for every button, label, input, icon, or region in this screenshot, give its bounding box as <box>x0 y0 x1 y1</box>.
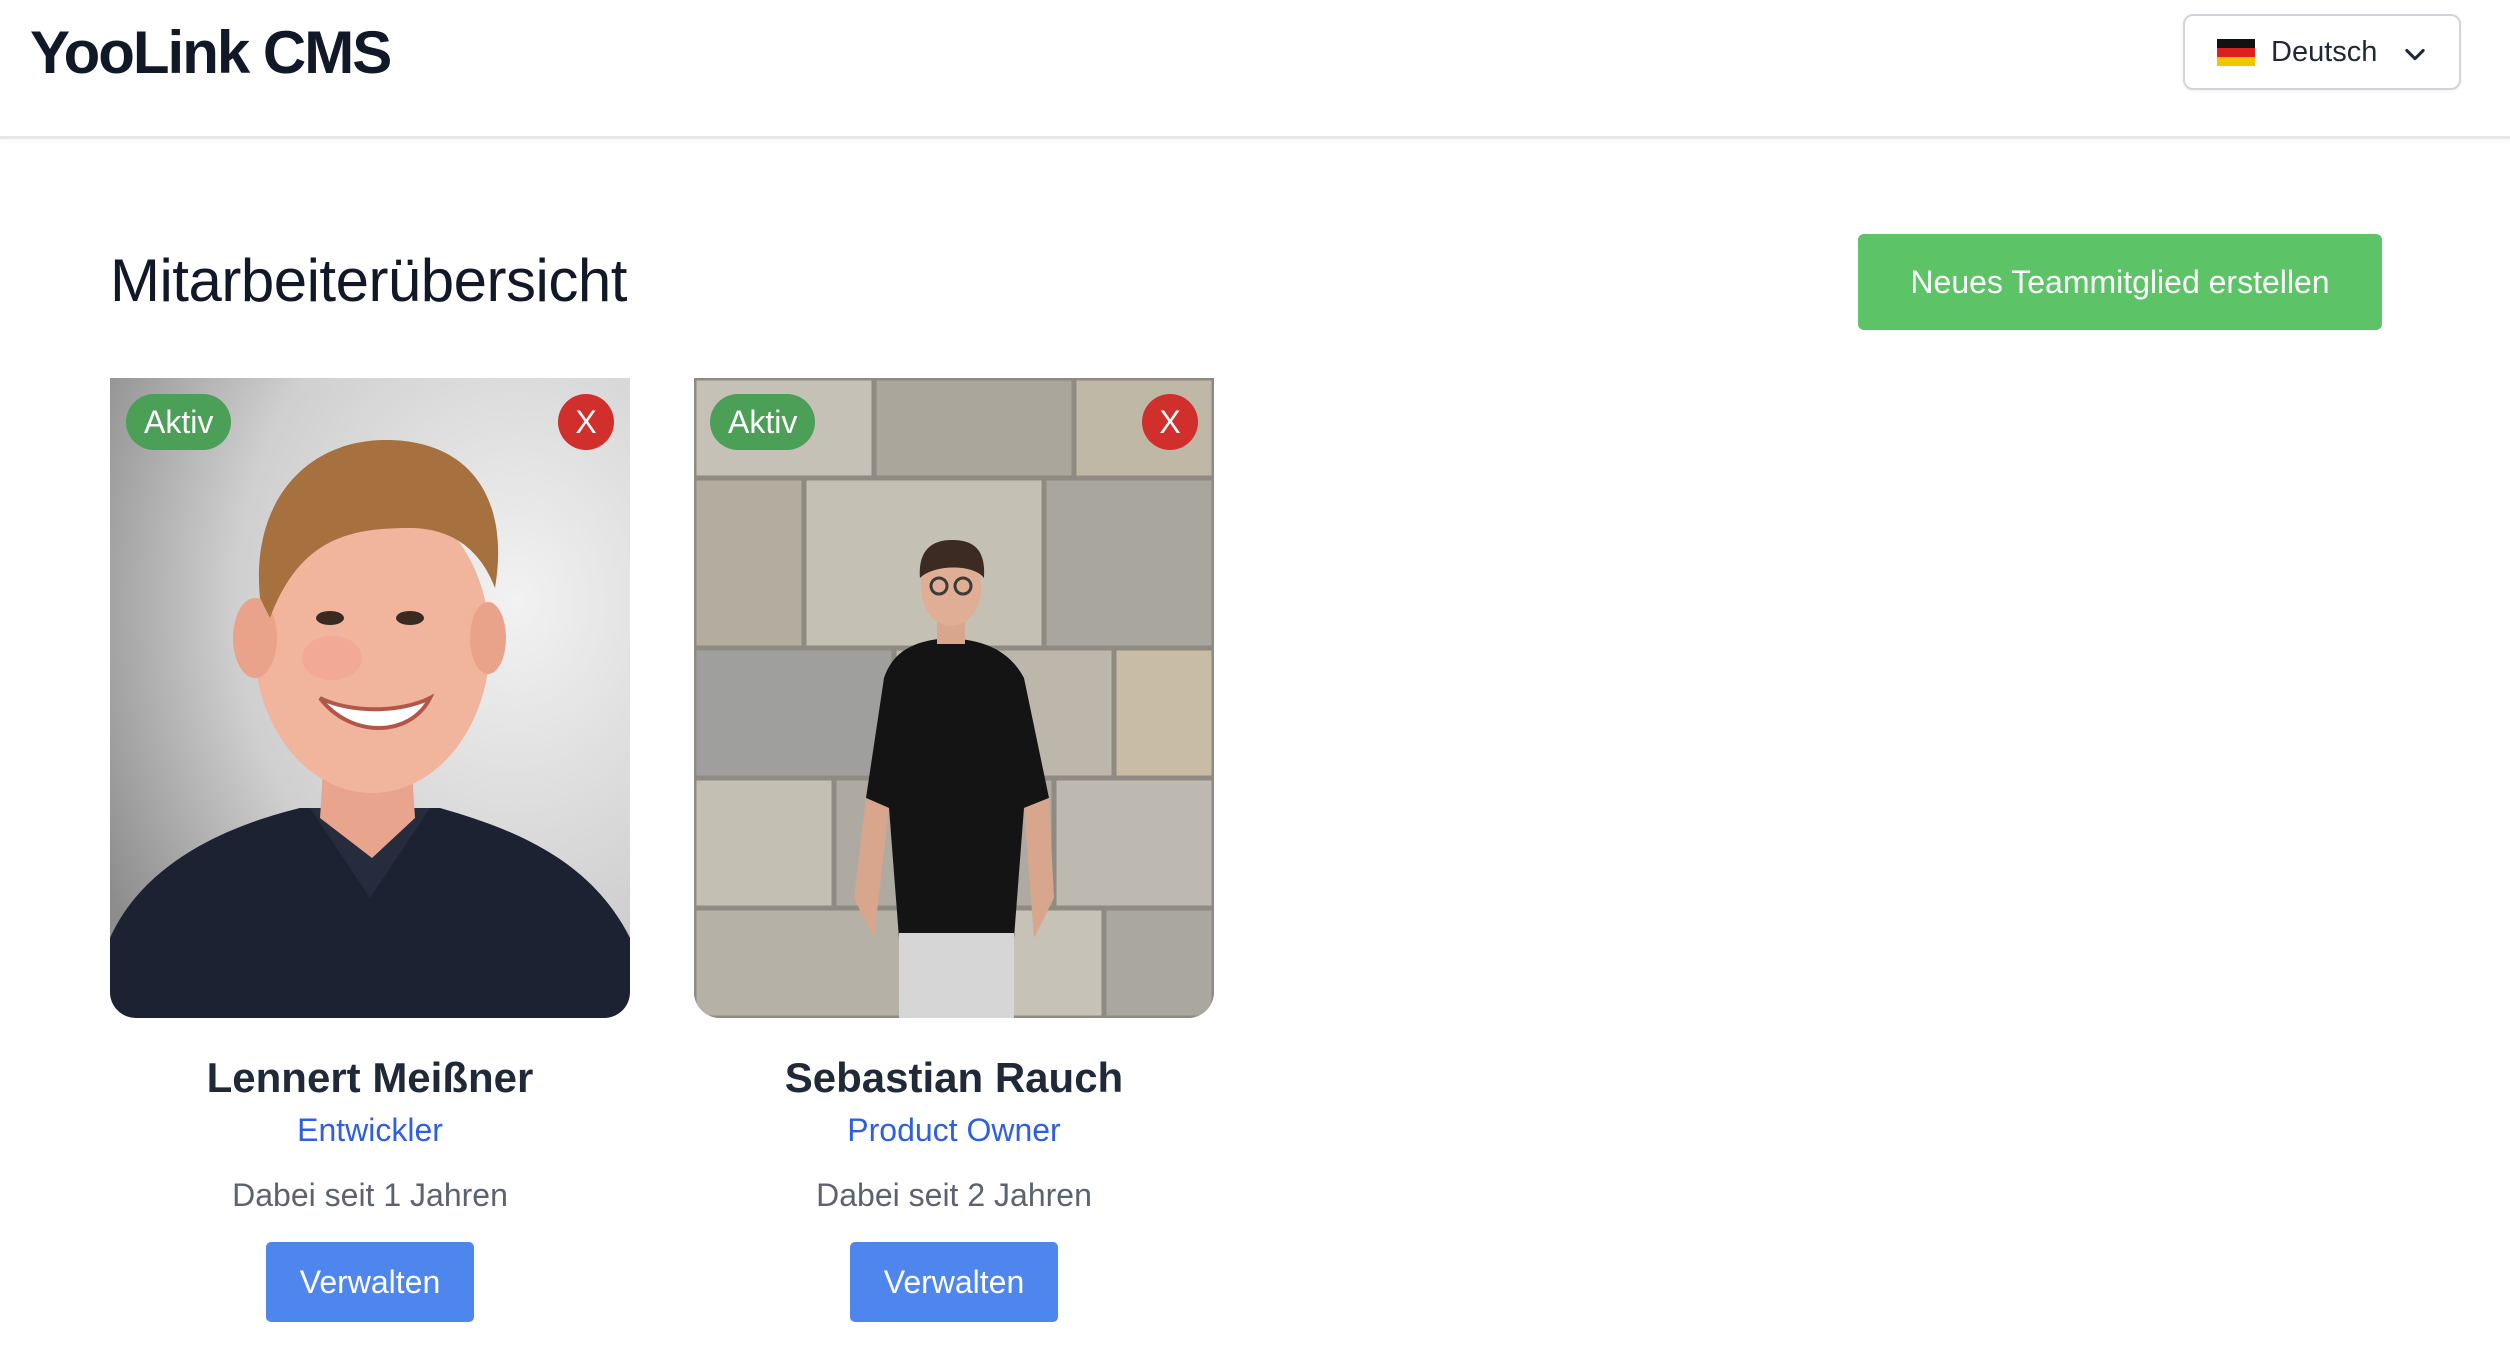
remove-member-button[interactable]: X <box>558 394 614 450</box>
team-member-card: Aktiv X Lennert Meißner Entwickler Dabei… <box>110 378 630 1322</box>
top-header: YooLink CMS Deutsch <box>0 0 2510 139</box>
remove-member-button[interactable]: X <box>1142 394 1198 450</box>
german-flag-icon <box>2217 38 2255 66</box>
manage-member-button[interactable]: Verwalten <box>850 1242 1058 1322</box>
member-tenure: Dabei seit 2 Jahren <box>816 1177 1092 1213</box>
member-role: Entwickler <box>297 1112 443 1148</box>
member-name: Lennert Meißner <box>206 1054 534 1101</box>
member-name: Sebastian Rauch <box>784 1054 1124 1101</box>
brand-logo[interactable]: YooLink CMS <box>30 18 392 87</box>
language-label: Deutsch <box>2271 35 2378 68</box>
member-photo: Aktiv X <box>694 378 1214 1018</box>
member-role: Product Owner <box>847 1112 1061 1148</box>
member-photo: Aktiv X <box>110 378 630 1018</box>
status-badge: Aktiv <box>126 394 232 450</box>
create-team-member-button[interactable]: Neues Teammitglied erstellen <box>1858 234 2382 330</box>
portrait-image <box>110 378 630 1018</box>
team-member-card: Aktiv X Sebastian Rauch Product Owner Da… <box>694 378 1214 1322</box>
member-tenure: Dabei seit 1 Jahren <box>232 1177 508 1213</box>
chevron-down-icon <box>2405 48 2425 61</box>
portrait-image <box>694 378 1214 1018</box>
language-select[interactable]: Deutsch <box>2183 14 2461 90</box>
page-title: Mitarbeiterübersicht <box>110 247 627 314</box>
manage-member-button[interactable]: Verwalten <box>266 1242 474 1322</box>
status-badge: Aktiv <box>710 394 816 450</box>
